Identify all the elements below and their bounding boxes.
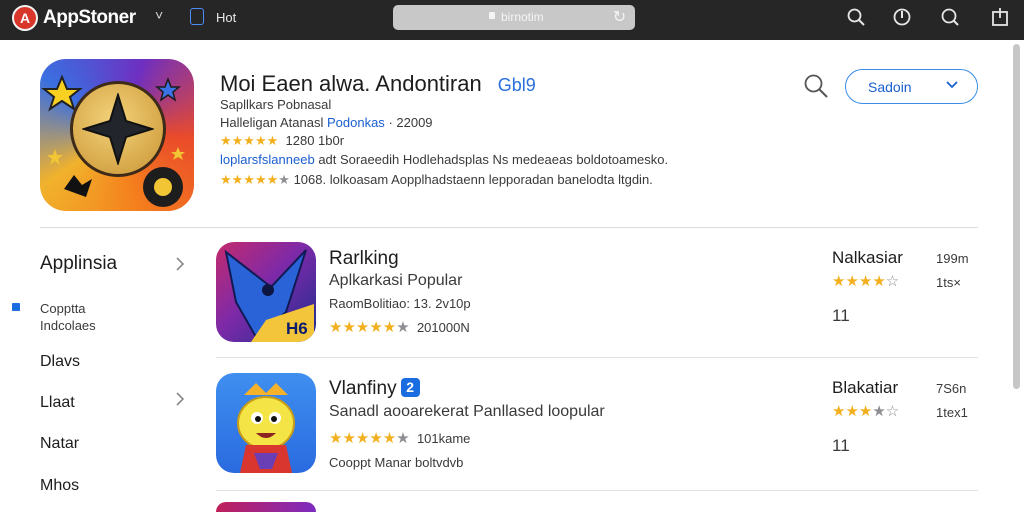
row-rating: ★★★★★★ 201000N bbox=[329, 318, 470, 336]
chevron-down-icon bbox=[946, 81, 958, 89]
row-rating: ★★★★★★ 101kame bbox=[329, 429, 470, 447]
tags-text: adt Soraeedih Hodlehadsplas Ns medeaeas … bbox=[318, 152, 669, 167]
svg-text:H6: H6 bbox=[286, 319, 308, 338]
chevron-down-icon[interactable]: ˅ bbox=[155, 7, 163, 23]
address-bar[interactable]: birnotim ↻ bbox=[393, 5, 635, 30]
share-icon[interactable] bbox=[988, 5, 1012, 29]
star-icon bbox=[82, 93, 154, 165]
search-icon[interactable] bbox=[938, 5, 962, 29]
tab-label[interactable]: Hot bbox=[216, 10, 236, 25]
rating-line-2: ★★★★★★ 1068. lolkoasam Aopplhadstaenn le… bbox=[220, 172, 653, 188]
app-icon[interactable] bbox=[216, 502, 316, 512]
brand[interactable]: A AppStoner bbox=[12, 3, 136, 33]
row-title[interactable]: Vlanfiny 2 bbox=[329, 378, 420, 400]
browser-toolbar: A AppStoner ˅ Hot birnotim ↻ bbox=[0, 0, 1024, 40]
page-title: Moi Eaen alwa. Andontiran Gbl9 bbox=[220, 71, 536, 97]
sidebar-item-3[interactable]: Natar bbox=[40, 435, 79, 453]
developer-line: Halleligan Atanasl Podonkas · 22009 bbox=[220, 115, 433, 130]
rating-stars: ★★★★★★ bbox=[329, 319, 410, 336]
search-icon[interactable] bbox=[844, 5, 868, 29]
app-title: Moi Eaen alwa. Andontiran bbox=[220, 71, 482, 96]
app-icon[interactable] bbox=[40, 59, 194, 211]
row-right-count: 11 bbox=[832, 306, 850, 325]
divider bbox=[216, 357, 978, 358]
divider bbox=[40, 227, 978, 228]
power-icon[interactable] bbox=[890, 5, 914, 29]
title-badge: Gbl9 bbox=[497, 75, 536, 95]
active-indicator bbox=[12, 303, 20, 311]
app-subtitle: Sapllkars Pobnasal bbox=[220, 97, 332, 112]
row-right-extra: 1ts× bbox=[936, 275, 961, 290]
tags-link[interactable]: loplarsfslanneeb bbox=[220, 152, 315, 167]
app-icon[interactable]: H6 bbox=[216, 242, 316, 342]
row-extra: Cooppt Manar boltvdvb bbox=[329, 455, 464, 470]
divider bbox=[216, 490, 978, 491]
developer-name: Halleligan Atanasl bbox=[220, 115, 324, 130]
rating-stars: ★★★★★★ bbox=[220, 172, 290, 187]
rating-stars: ★★★★☆ bbox=[832, 403, 900, 420]
search-icon[interactable] bbox=[802, 72, 830, 100]
rating-stars: ★★★★☆ bbox=[832, 273, 900, 290]
sidebar-item-2[interactable]: Llaat bbox=[40, 394, 75, 412]
lock-icon bbox=[489, 12, 495, 19]
row-title[interactable]: Rarlking bbox=[329, 248, 399, 270]
sort-select[interactable]: Sadoin bbox=[845, 69, 978, 104]
brand-name: AppStoner bbox=[43, 7, 136, 28]
row-right-title: Nalkasiar bbox=[832, 248, 903, 267]
row-title-text: Vlanfiny bbox=[329, 378, 397, 399]
rating-text-2: 1068. lolkoasam Aopplhadstaenn lepporada… bbox=[293, 172, 653, 187]
row-right-size: 7S6n bbox=[936, 381, 967, 396]
scrollbar[interactable] bbox=[1013, 44, 1020, 389]
rating-stars: ★★★★★ bbox=[220, 133, 279, 148]
sort-select-label: Sadoin bbox=[868, 79, 912, 95]
reload-icon[interactable]: ↻ bbox=[610, 8, 629, 27]
developer-link[interactable]: Podonkas bbox=[327, 115, 385, 130]
app-artwork-icon bbox=[237, 383, 295, 473]
row-subtitle: Sanadl aooarekerat Panllased loopular bbox=[329, 403, 605, 420]
app-logo-icon: A bbox=[12, 5, 38, 31]
sidebar-item-sublabel: Indcolaes bbox=[40, 318, 96, 333]
tab-icon[interactable] bbox=[190, 8, 204, 25]
tags-line: loplarsfslanneeb adt Soraeedih Hodlehads… bbox=[220, 152, 668, 167]
rating-line: ★★★★★ 1280 1b0r bbox=[220, 133, 344, 149]
chevron-right-icon[interactable] bbox=[173, 390, 187, 408]
sidebar-heading[interactable]: Applinsia bbox=[40, 253, 117, 275]
row-right-extra: 1tex1 bbox=[936, 405, 968, 420]
row-right-title: Blakatiar bbox=[832, 378, 899, 397]
row-subtitle: Aplkarkasi Popular bbox=[329, 272, 463, 289]
rating-text: 1280 1b0r bbox=[285, 133, 345, 148]
rating-count: 101kame bbox=[416, 431, 471, 446]
row-meta: RaomBolitiao: 13. 2v10p bbox=[329, 296, 471, 311]
title-badge: 2 bbox=[400, 378, 420, 397]
sidebar-item-label: Copptta bbox=[40, 301, 86, 316]
rating-count: 201000N bbox=[416, 320, 470, 335]
developer-year: · 22009 bbox=[388, 115, 433, 130]
chevron-right-icon[interactable] bbox=[173, 255, 187, 273]
row-right-count: 11 bbox=[832, 436, 850, 455]
address-text: birnotim bbox=[501, 10, 544, 24]
app-icon[interactable] bbox=[216, 373, 316, 473]
sidebar-item-1[interactable]: Dlavs bbox=[40, 353, 80, 371]
sidebar-item-4[interactable]: Mhos bbox=[40, 477, 79, 495]
sidebar-item-0[interactable]: Copptta Indcolaes bbox=[40, 300, 96, 334]
row-right-size: 199m bbox=[936, 251, 969, 266]
rating-stars: ★★★★★★ bbox=[329, 430, 410, 447]
app-artwork-icon: H6 bbox=[224, 249, 314, 342]
